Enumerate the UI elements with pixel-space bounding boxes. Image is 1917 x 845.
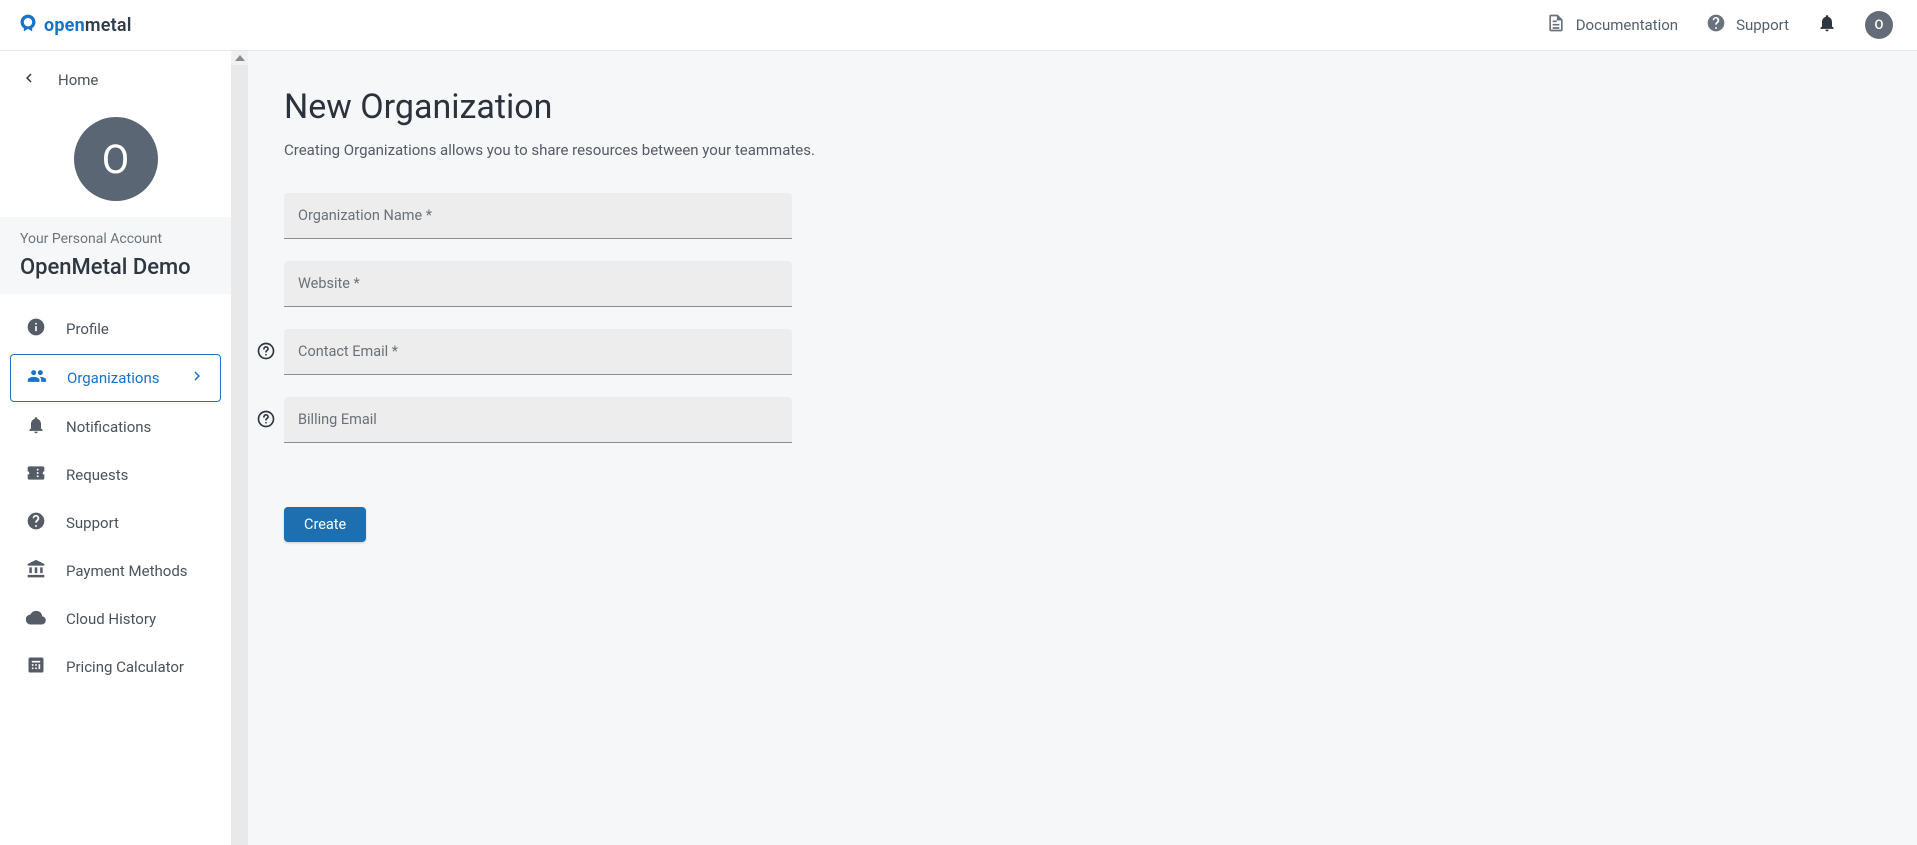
sidebar: Home O Your Personal Account OpenMetal D… (0, 51, 248, 845)
top-link-documentation[interactable]: Documentation (1546, 13, 1678, 37)
account-name: OpenMetal Demo (20, 255, 211, 280)
nav-requests[interactable]: Requests (10, 452, 221, 498)
bank-icon (26, 559, 46, 583)
nav-organizations[interactable]: Organizations (10, 354, 221, 402)
chevron-right-icon (188, 367, 206, 389)
create-button[interactable]: Create (284, 507, 366, 542)
nav-profile[interactable]: Profile (10, 306, 221, 352)
page-title: New Organization (284, 87, 824, 127)
avatar-initial: O (102, 136, 130, 183)
billing-email-input[interactable] (284, 397, 792, 443)
top-avatar[interactable]: O (1865, 11, 1893, 39)
nav-label: Requests (66, 466, 128, 484)
help-outline-icon[interactable] (256, 341, 276, 361)
nav: Profile Organizations Notifications Requ… (0, 294, 231, 704)
sidebar-back[interactable]: Home (0, 51, 231, 97)
help-icon (26, 511, 46, 535)
nav-label: Cloud History (66, 610, 156, 628)
chevron-left-icon (20, 69, 38, 91)
help-icon (1706, 13, 1726, 37)
nav-label: Support (66, 514, 119, 532)
sidebar-avatar-wrap: O (0, 97, 231, 217)
nav-notifications[interactable]: Notifications (10, 404, 221, 450)
brand-logo-icon (18, 13, 38, 37)
file-icon (1546, 13, 1566, 37)
nav-payment-methods[interactable]: Payment Methods (10, 548, 221, 594)
top-link-label: Documentation (1576, 16, 1678, 34)
brand[interactable]: openmetal (18, 13, 132, 37)
nav-cloud-history[interactable]: Cloud History (10, 596, 221, 642)
nav-label: Profile (66, 320, 109, 338)
top-link-label: Support (1736, 16, 1789, 34)
nav-support[interactable]: Support (10, 500, 221, 546)
calculator-icon (26, 655, 46, 679)
nav-label: Pricing Calculator (66, 658, 184, 676)
nav-label: Organizations (67, 369, 160, 387)
field-website-row: Website * (284, 261, 824, 307)
website-input[interactable] (284, 261, 792, 307)
nav-label: Notifications (66, 418, 151, 436)
bell-icon (1817, 13, 1837, 37)
nav-pricing-calculator[interactable]: Pricing Calculator (10, 644, 221, 690)
org-name-input[interactable] (284, 193, 792, 239)
bell-icon (26, 415, 46, 439)
main: New Organization Creating Organizations … (248, 51, 1917, 845)
page-desc: Creating Organizations allows you to sha… (284, 141, 824, 159)
sidebar-avatar: O (74, 117, 158, 201)
sidebar-back-label: Home (58, 71, 98, 89)
scrollbar[interactable] (231, 51, 248, 845)
brand-text: openmetal (44, 15, 132, 36)
help-outline-icon[interactable] (256, 409, 276, 429)
cloud-icon (26, 607, 46, 631)
info-icon (26, 317, 46, 341)
content: Home O Your Personal Account OpenMetal D… (0, 51, 1917, 845)
top-link-support[interactable]: Support (1706, 13, 1789, 37)
avatar-initial: O (1875, 18, 1884, 33)
top-right: Documentation Support O (1546, 11, 1893, 39)
field-billing-email-row: Billing Email (284, 397, 824, 443)
top-link-notifications[interactable] (1817, 13, 1837, 37)
account-block: Your Personal Account OpenMetal Demo (0, 217, 231, 294)
scroll-up-icon[interactable] (231, 51, 248, 65)
nav-label: Payment Methods (66, 562, 188, 580)
topbar: openmetal Documentation Support O (0, 0, 1917, 51)
field-contact-email-row: Contact Email * (284, 329, 824, 375)
people-icon (27, 366, 47, 390)
field-org-name-row: Organization Name * (284, 193, 824, 239)
contact-email-input[interactable] (284, 329, 792, 375)
form-wrap: New Organization Creating Organizations … (284, 87, 824, 542)
account-sub: Your Personal Account (20, 231, 211, 247)
ticket-icon (26, 463, 46, 487)
